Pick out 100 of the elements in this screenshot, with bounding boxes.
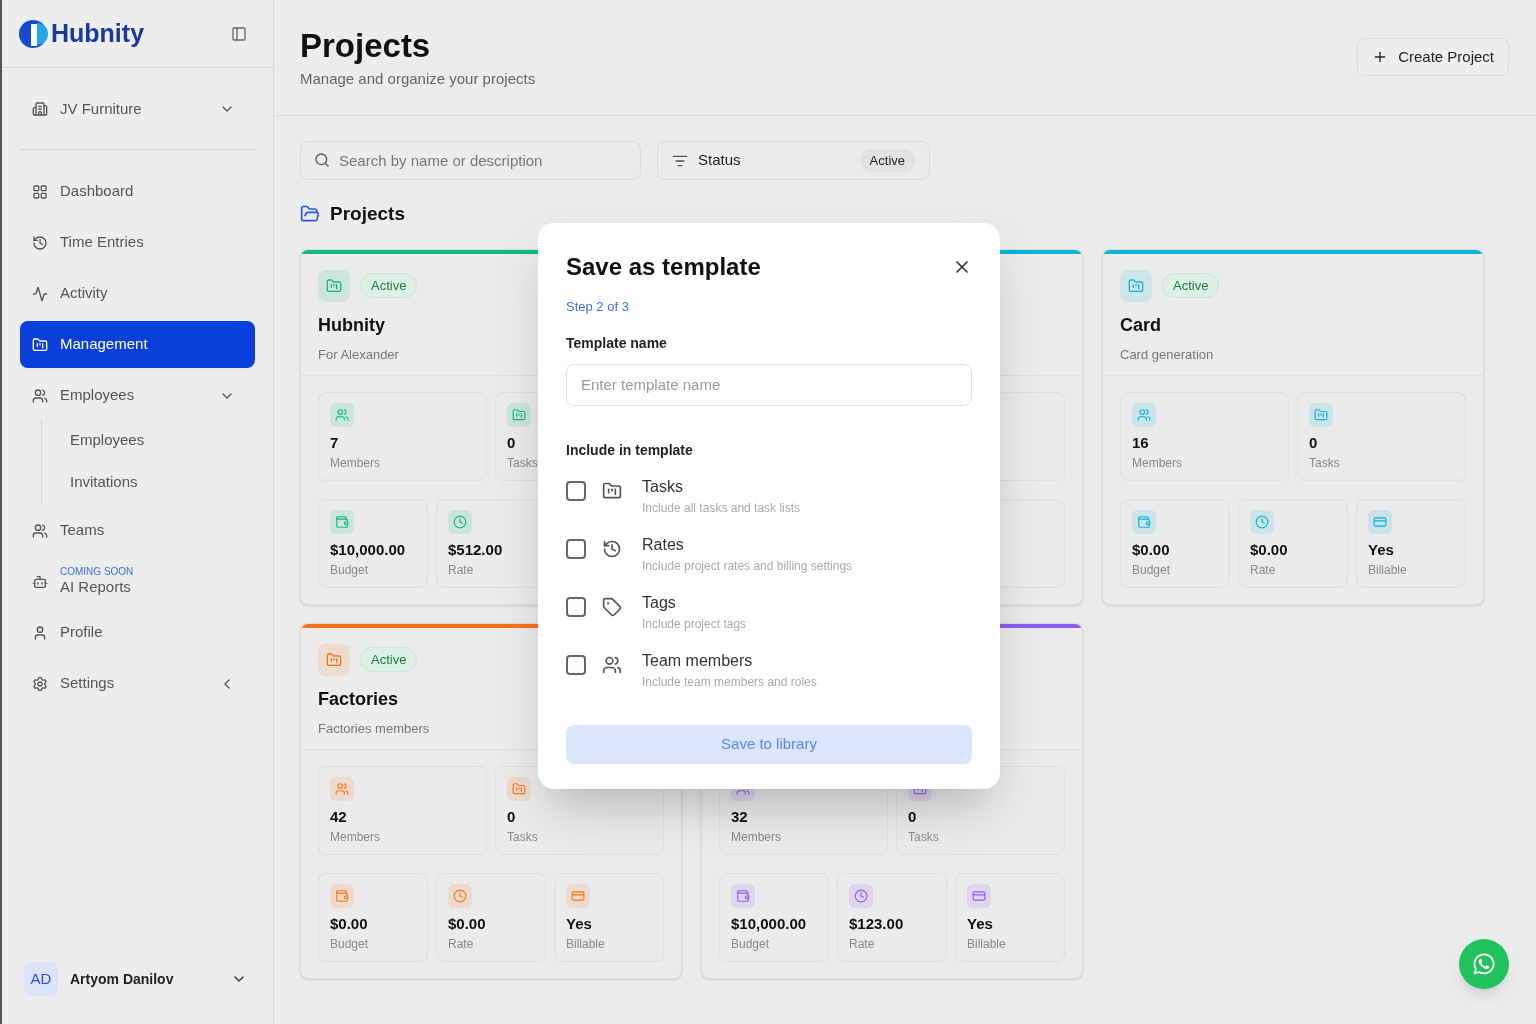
create-project-button[interactable]: Create Project [1357, 38, 1509, 76]
user-menu[interactable]: AD Artyom Danilov [24, 962, 251, 996]
nav-icon [32, 183, 48, 200]
stat-value: 42 [330, 806, 347, 827]
nav-item[interactable]: Settings [20, 660, 255, 707]
coming-soon-label: COMING SOON [60, 565, 134, 579]
nav-item[interactable]: Activity [20, 270, 255, 317]
nav-icon [32, 285, 48, 302]
checkbox[interactable] [566, 596, 586, 617]
stat-label: Members [330, 454, 380, 472]
nav-label: Profile [60, 622, 103, 643]
stat-icon [330, 776, 354, 801]
stat-value: $0.00 [1250, 539, 1288, 560]
nav-subitem[interactable]: Employees [70, 419, 255, 461]
folder-icon [318, 643, 350, 676]
option-title: Rates [642, 534, 685, 555]
stat-value: $512.00 [448, 539, 503, 560]
stat-icon [507, 402, 531, 427]
nav-label: Employees [60, 385, 135, 406]
stat-label: Budget [330, 935, 369, 953]
stat-value: Yes [1368, 539, 1394, 560]
stat-value: 0 [507, 432, 516, 453]
stat-icon [1250, 509, 1274, 534]
project-name: Hubnity [318, 313, 386, 337]
status-filter-label: Status [698, 150, 741, 171]
nav-label: Activity [60, 283, 108, 304]
stat-icon [1132, 402, 1156, 427]
option-icon [602, 654, 622, 675]
stat-value: 0 [507, 806, 516, 827]
stat-icon [330, 883, 354, 908]
option-description: Include project rates and billing settings [642, 557, 853, 575]
checkbox[interactable] [566, 538, 586, 559]
stat-icon [849, 883, 873, 908]
checkbox[interactable] [566, 654, 586, 675]
search-field[interactable]: Search by name or description [300, 141, 641, 180]
nav-item[interactable]: Teams [20, 507, 255, 554]
nav-icon [32, 336, 48, 353]
status-badge: Active [360, 272, 418, 299]
stat-value: 0 [1309, 432, 1318, 453]
project-description: Factories members [318, 719, 431, 738]
option-title: Tags [642, 592, 677, 613]
template-name-input[interactable]: Enter template name [566, 363, 972, 406]
status-filter[interactable]: Status Active [657, 141, 930, 180]
nav-label: Teams [60, 520, 105, 541]
stat-label: Rate [448, 561, 474, 579]
nav-icon [32, 522, 48, 539]
stat-icon [1309, 402, 1333, 427]
user-name: Artyom Danilov [70, 969, 174, 989]
option-description: Include team members and roles [642, 673, 817, 691]
stat-icon [967, 883, 991, 908]
nav-item[interactable]: Profile [20, 609, 255, 656]
user-avatar: AD [24, 962, 58, 996]
nav-item[interactable]: Employees [20, 372, 255, 419]
stat-icon [731, 883, 755, 908]
nav-label: Dashboard [60, 181, 134, 202]
stat-label: Billable [1368, 561, 1407, 579]
stat-icon [448, 509, 472, 534]
project-description: Card generation [1120, 345, 1215, 364]
nav-icon [32, 387, 48, 404]
stat-icon [330, 509, 354, 534]
section-title: Projects [330, 202, 405, 226]
page-title: Projects [300, 26, 432, 66]
nav-label: Management [60, 334, 148, 355]
stat-label: Budget [1132, 561, 1171, 579]
nav-item[interactable]: Time Entries [20, 219, 255, 266]
nav-item[interactable]: Dashboard [20, 168, 255, 215]
stat-label: Rate [448, 935, 474, 953]
project-name: Factories [318, 687, 400, 711]
stat-label: Budget [731, 935, 770, 953]
stat-value: $10,000.00 [731, 913, 807, 934]
option-icon [602, 538, 622, 559]
stat-value: $123.00 [849, 913, 904, 934]
nav-label: Settings [60, 673, 115, 694]
chat-icon [1472, 952, 1496, 976]
sidebar-toggle-icon[interactable] [231, 25, 247, 42]
option-description: Include project tags [642, 615, 747, 633]
dialog-title: Save as template [566, 252, 761, 282]
option-title: Team members [642, 650, 754, 671]
stat-label: Members [330, 828, 380, 846]
search-icon [314, 152, 330, 168]
nav-item[interactable]: Management [20, 321, 255, 368]
stat-value: Yes [566, 913, 592, 934]
status-badge: Active [360, 646, 418, 673]
nav-item[interactable]: COMING SOON AI Reports [20, 558, 255, 605]
stat-icon [566, 883, 590, 908]
stat-icon [1132, 509, 1156, 534]
stat-label: Tasks [507, 828, 538, 846]
stat-icon [1368, 509, 1392, 534]
stat-value: $10,000.00 [330, 539, 406, 560]
stat-value: 16 [1132, 432, 1149, 453]
stat-label: Rate [849, 935, 875, 953]
nav-label: AI Reports [60, 578, 132, 598]
stat-value: 32 [731, 806, 748, 827]
stat-value: $0.00 [330, 913, 368, 934]
checkbox[interactable] [566, 480, 586, 501]
workspace-selector[interactable]: JV Furniture [20, 86, 255, 132]
stat-label: Members [731, 828, 781, 846]
stat-value: 0 [908, 806, 917, 827]
nav-subitem[interactable]: Invitations [70, 461, 255, 503]
stat-label: Tasks [908, 828, 939, 846]
